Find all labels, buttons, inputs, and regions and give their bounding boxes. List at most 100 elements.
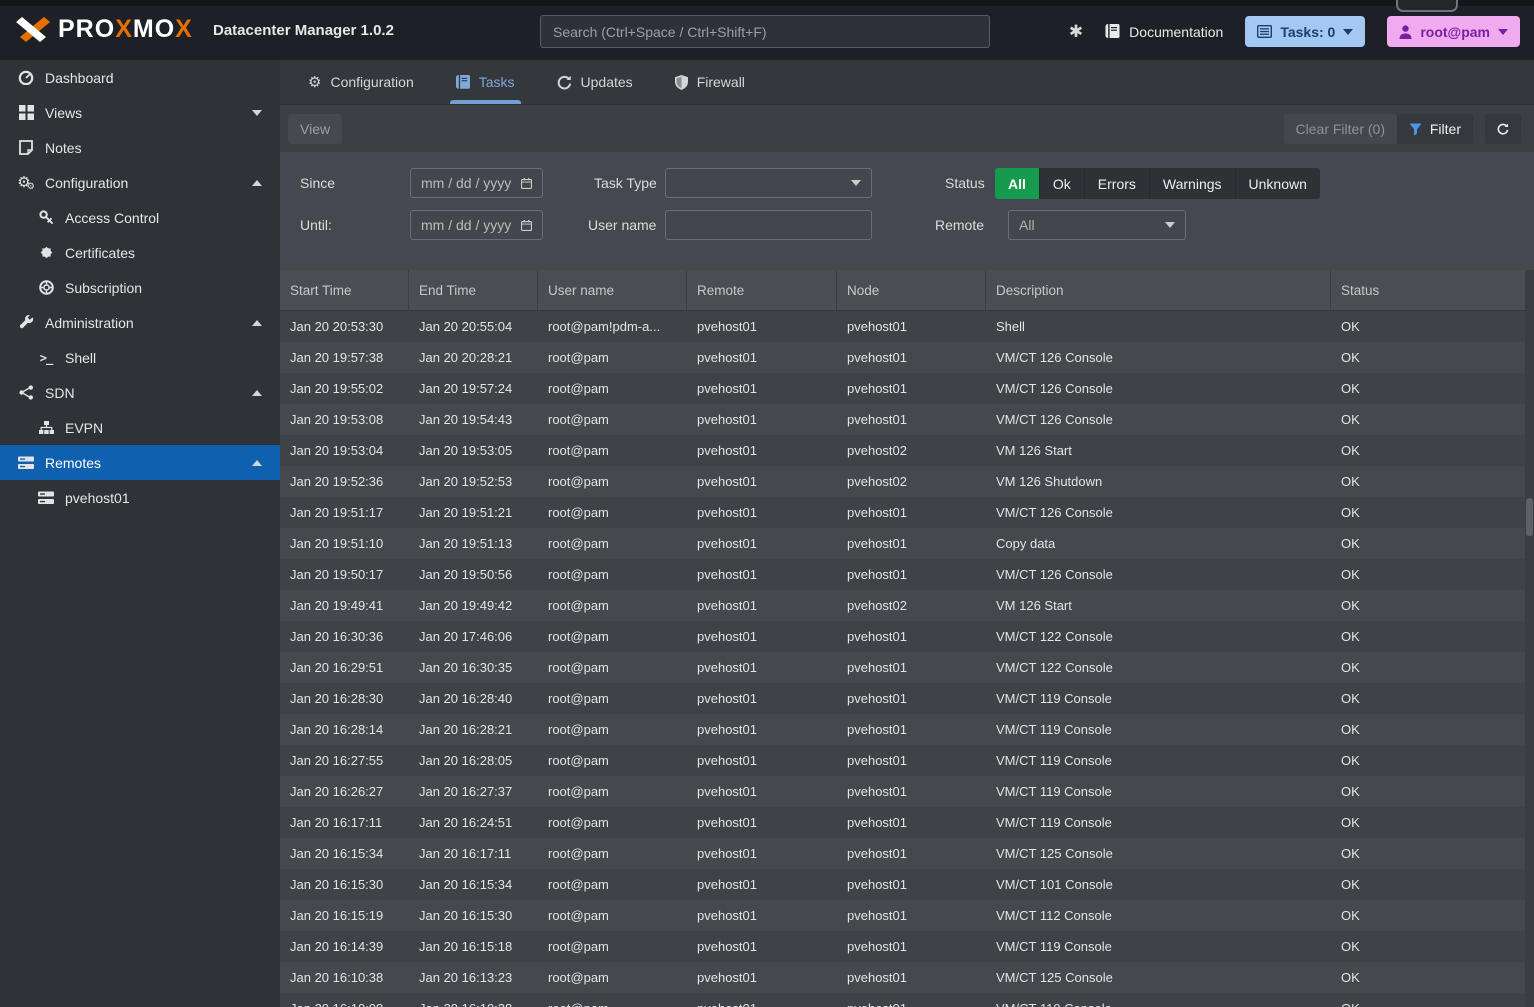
table-row[interactable]: Jan 20 19:50:17Jan 20 19:50:56root@pampv… (280, 559, 1534, 590)
cell-status: OK (1331, 931, 1534, 962)
cell-end-time: Jan 20 16:27:37 (409, 776, 538, 807)
table-row[interactable]: Jan 20 16:28:30Jan 20 16:28:40root@pampv… (280, 683, 1534, 714)
sidebar-item-certificates[interactable]: Certificates (0, 235, 280, 270)
table-row[interactable]: Jan 20 16:15:30Jan 20 16:15:34root@pampv… (280, 869, 1534, 900)
sidebar: Dashboard Views Notes ⚙⚙ Configuration A… (0, 60, 280, 1007)
sidebar-item-label: Views (45, 105, 82, 121)
cell-remote: pvehost01 (687, 993, 837, 1007)
tab-tasks[interactable]: Tasks (444, 60, 527, 104)
sidebar-item-label: Administration (45, 315, 134, 331)
calendar-icon (521, 219, 532, 232)
cell-user-name: root@pam (538, 900, 687, 931)
tab-label: Firewall (697, 74, 745, 90)
cell-start-time: Jan 20 16:30:36 (280, 621, 409, 652)
until-date-input[interactable] (421, 217, 515, 233)
table-row[interactable]: Jan 20 19:55:02Jan 20 19:57:24root@pampv… (280, 373, 1534, 404)
appearance-icon[interactable]: ✱ (1069, 22, 1083, 42)
cell-end-time: Jan 20 16:24:51 (409, 807, 538, 838)
sidebar-item-subscription[interactable]: Subscription (0, 270, 280, 305)
cell-start-time: Jan 20 19:49:41 (280, 590, 409, 621)
search-input[interactable] (540, 15, 990, 48)
sidebar-item-shell[interactable]: >_ Shell (0, 340, 280, 375)
status-option-warnings[interactable]: Warnings (1150, 168, 1236, 199)
table-row[interactable]: Jan 20 16:17:11Jan 20 16:24:51root@pampv… (280, 807, 1534, 838)
cell-remote: pvehost01 (687, 838, 837, 869)
remote-select[interactable]: All (1008, 210, 1186, 240)
tab-firewall[interactable]: Firewall (663, 60, 757, 104)
sidebar-item-label: Subscription (65, 280, 142, 296)
view-button[interactable]: View (288, 114, 342, 144)
table-row[interactable]: Jan 20 16:15:19Jan 20 16:15:30root@pampv… (280, 900, 1534, 931)
sidebar-item-views[interactable]: Views (0, 95, 280, 130)
since-date-field[interactable] (410, 168, 543, 198)
status-option-all[interactable]: All (995, 168, 1040, 199)
clear-filter-button[interactable]: Clear Filter (0) (1284, 114, 1397, 144)
scrollbar-thumb[interactable] (1526, 498, 1533, 536)
status-option-errors[interactable]: Errors (1085, 168, 1150, 199)
column-header-node[interactable]: Node (837, 270, 986, 310)
documentation-link[interactable]: Documentation (1105, 24, 1223, 40)
filter-button-label: Filter (1430, 121, 1461, 137)
sidebar-item-sdn[interactable]: SDN (0, 375, 280, 410)
column-header-remote[interactable]: Remote (687, 270, 837, 310)
status-option-ok[interactable]: Ok (1040, 168, 1085, 199)
table-row[interactable]: Jan 20 19:53:08Jan 20 19:54:43root@pampv… (280, 404, 1534, 435)
table-row[interactable]: Jan 20 16:28:14Jan 20 16:28:21root@pampv… (280, 714, 1534, 745)
tab-configuration[interactable]: ⚙ Configuration (296, 60, 426, 104)
sidebar-item-remotes[interactable]: Remotes (0, 445, 280, 480)
since-date-input[interactable] (421, 175, 515, 191)
cell-start-time: Jan 20 19:55:02 (280, 373, 409, 404)
filter-button[interactable]: Filter (1397, 114, 1473, 144)
table-row[interactable]: Jan 20 19:53:04Jan 20 19:53:05root@pampv… (280, 435, 1534, 466)
sidebar-item-evpn[interactable]: EVPN (0, 410, 280, 445)
cell-status: OK (1331, 652, 1534, 683)
cell-remote: pvehost01 (687, 962, 837, 993)
note-icon (17, 140, 35, 155)
sidebar-item-notes[interactable]: Notes (0, 130, 280, 165)
table-row[interactable]: Jan 20 19:57:38Jan 20 20:28:21root@pampv… (280, 342, 1534, 373)
column-header-end-time[interactable]: End Time (409, 270, 538, 310)
column-header-description[interactable]: Description (986, 270, 1331, 310)
sidebar-item-pvehost01[interactable]: pvehost01 (0, 480, 280, 515)
table-row[interactable]: Jan 20 16:10:08Jan 20 16:10:28root@pampv… (280, 993, 1534, 1007)
cell-node: pvehost01 (837, 807, 986, 838)
tasks-button[interactable]: Tasks: 0 (1245, 16, 1365, 47)
table-row[interactable]: Jan 20 16:29:51Jan 20 16:30:35root@pampv… (280, 652, 1534, 683)
cell-node: pvehost01 (837, 869, 986, 900)
sidebar-item-dashboard[interactable]: Dashboard (0, 60, 280, 95)
table-row[interactable]: Jan 20 19:52:36Jan 20 19:52:53root@pampv… (280, 466, 1534, 497)
user-name-input[interactable] (676, 217, 861, 233)
tasks-button-label: Tasks: 0 (1280, 24, 1335, 40)
cell-status: OK (1331, 404, 1534, 435)
table-row[interactable]: Jan 20 20:53:30Jan 20 20:55:04root@pam!p… (280, 311, 1534, 342)
user-name-field[interactable] (665, 210, 872, 240)
sidebar-item-access-control[interactable]: Access Control (0, 200, 280, 235)
sidebar-item-configuration[interactable]: ⚙⚙ Configuration (0, 165, 280, 200)
task-type-select[interactable] (665, 168, 872, 198)
remote-value: All (1019, 217, 1165, 233)
table-row[interactable]: Jan 20 16:10:38Jan 20 16:13:23root@pampv… (280, 962, 1534, 993)
sidebar-item-label: SDN (45, 385, 75, 401)
table-row[interactable]: Jan 20 16:26:27Jan 20 16:27:37root@pampv… (280, 776, 1534, 807)
until-date-field[interactable] (410, 210, 543, 240)
table-row[interactable]: Jan 20 19:51:17Jan 20 19:51:21root@pampv… (280, 497, 1534, 528)
column-header-status[interactable]: Status (1331, 270, 1534, 310)
reload-button[interactable] (1485, 114, 1521, 144)
dashboard-icon (17, 70, 35, 85)
cell-end-time: Jan 20 19:49:42 (409, 590, 538, 621)
sidebar-item-administration[interactable]: Administration (0, 305, 280, 340)
status-option-unknown[interactable]: Unknown (1236, 168, 1320, 199)
cell-status: OK (1331, 714, 1534, 745)
column-header-user-name[interactable]: User name (538, 270, 687, 310)
table-row[interactable]: Jan 20 16:15:34Jan 20 16:17:11root@pampv… (280, 838, 1534, 869)
table-row[interactable]: Jan 20 19:51:10Jan 20 19:51:13root@pampv… (280, 528, 1534, 559)
vertical-scrollbar[interactable] (1525, 270, 1534, 1007)
cell-remote: pvehost01 (687, 373, 837, 404)
column-header-start-time[interactable]: Start Time (280, 270, 409, 310)
table-row[interactable]: Jan 20 19:49:41Jan 20 19:49:42root@pampv… (280, 590, 1534, 621)
table-row[interactable]: Jan 20 16:30:36Jan 20 17:46:06root@pampv… (280, 621, 1534, 652)
table-row[interactable]: Jan 20 16:14:39Jan 20 16:15:18root@pampv… (280, 931, 1534, 962)
tab-updates[interactable]: Updates (545, 60, 645, 104)
user-menu-button[interactable]: root@pam (1387, 16, 1520, 47)
table-row[interactable]: Jan 20 16:27:55Jan 20 16:28:05root@pampv… (280, 745, 1534, 776)
